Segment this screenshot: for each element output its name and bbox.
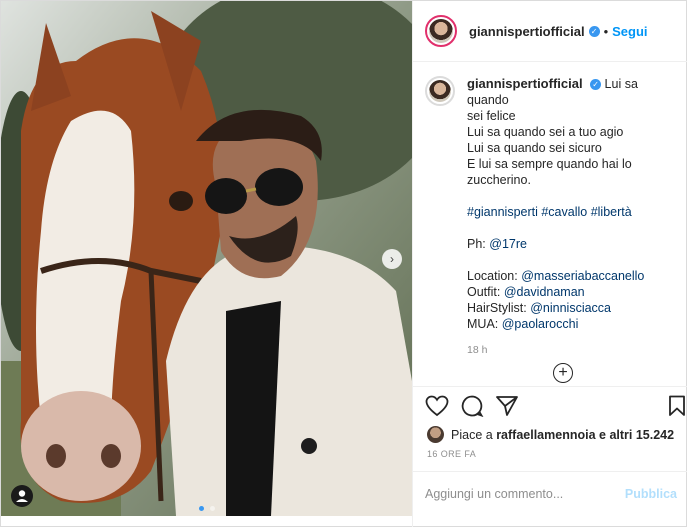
likes-count[interactable]: e altri 15.242 [599,428,674,442]
comment-box: Pubblica [413,471,687,516]
credit-label: Ph: [467,237,486,251]
heart-icon[interactable] [425,395,449,417]
chevron-right-icon: › [390,252,394,266]
credit-user-link[interactable]: @17re [489,237,527,251]
hashtags[interactable]: #giannisperti #cavallo #libertà [467,204,676,220]
credit-label: MUA: [467,317,499,331]
carousel-indicator [198,498,216,516]
action-bar [413,386,687,426]
credit-label: HairStylist: [467,301,527,315]
share-icon[interactable] [495,395,519,417]
publish-button[interactable]: Pubblica [625,487,677,501]
caption-username[interactable]: giannispertiofficial [467,76,583,91]
load-more-comments-button[interactable]: + [553,363,573,383]
carousel-dot [210,506,216,511]
user-tag-icon [16,490,28,502]
credit-user-link[interactable]: @masseriabaccanello [521,269,644,283]
comment-icon[interactable] [460,395,484,417]
likes-prefix: Piace a [451,427,493,442]
comment-input[interactable] [425,487,625,501]
credit-user-link[interactable]: @davidnaman [504,285,585,299]
separator-dot: • [603,23,609,39]
verified-badge-icon: ✓ [588,25,600,37]
caption-timestamp: 18 h [467,344,488,356]
follow-button[interactable]: Segui [612,24,647,39]
photo-horse-and-man [1,1,412,516]
post-sidebar: giannispertiofficial ✓ • Segui giannispe… [412,1,687,527]
bookmark-icon[interactable] [668,395,686,417]
tagged-users-button[interactable] [11,485,33,507]
caption-body: giannispertiofficial ✓ Lui sa quando sei… [467,76,676,358]
credit-label: Location: [467,269,518,283]
credit-label: Outfit: [467,285,501,299]
liker-username[interactable]: raffaellamennoia [496,428,595,442]
carousel-dot-active [199,506,204,511]
caption: giannispertiofficial ✓ Lui sa quando sei… [413,62,687,358]
header-username[interactable]: giannispertiofficial [469,24,585,39]
likes-summary: Piace a raffaellamennoia e altri 15.242 [427,426,674,443]
instagram-post: › giannispertiofficial ✓ • Segui giannis… [0,0,687,527]
post-photo[interactable]: › [1,1,412,516]
liker-avatar[interactable] [427,426,444,443]
caption-line: sei felice [467,109,516,123]
next-photo-button[interactable]: › [382,249,402,269]
plus-circle-icon: + [558,364,568,381]
credit-user-link[interactable]: @ninnisciacca [530,301,611,315]
caption-avatar[interactable] [425,76,455,106]
caption-line: zuccherino. [467,173,531,187]
caption-line: Lui sa quando sei a tuo agio [467,125,624,139]
avatar[interactable] [425,15,457,47]
post-date[interactable]: 16 ORE FA [427,449,476,459]
caption-line: Lui sa quando sei sicuro [467,141,602,155]
verified-badge-icon: ✓ [590,79,602,90]
post-header: giannispertiofficial ✓ • Segui [413,1,687,62]
caption-line: E lui sa sempre quando hai lo [467,157,632,171]
credit-user-link[interactable]: @paolarocchi [502,317,579,331]
